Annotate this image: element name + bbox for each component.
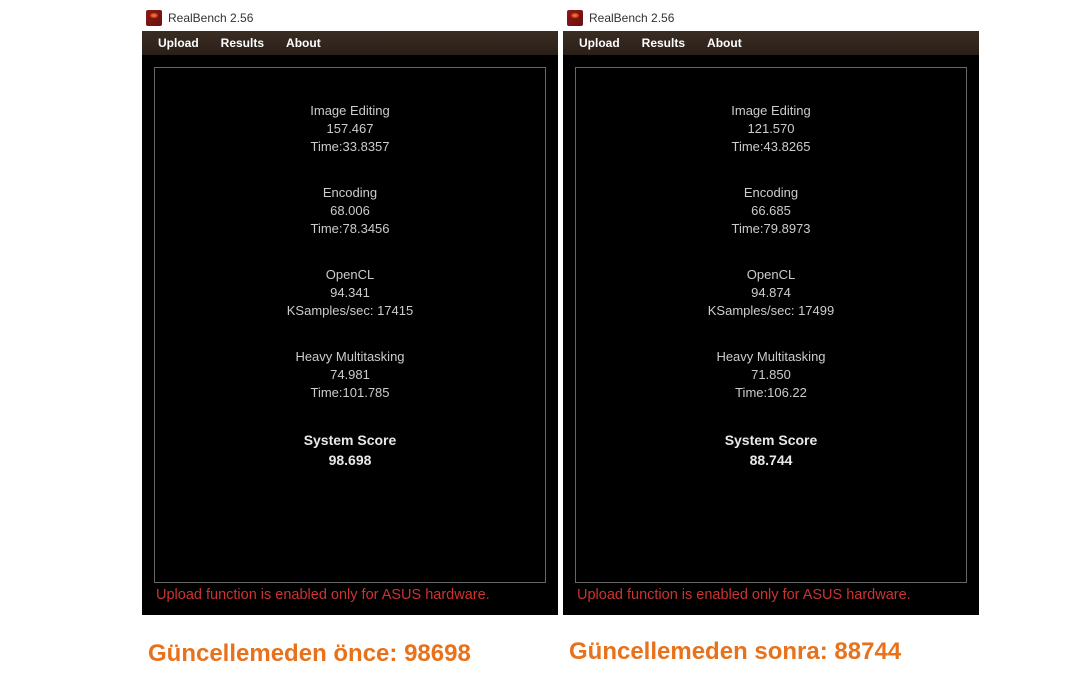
menu-about[interactable]: About xyxy=(276,33,331,53)
bench-label: OpenCL xyxy=(155,266,545,284)
bench-label: Image Editing xyxy=(155,102,545,120)
bench-time: Time:106.22 xyxy=(576,384,966,402)
bench-time: Time:78.3456 xyxy=(155,220,545,238)
bench-score: 157.467 xyxy=(155,120,545,138)
bench-time: Time:33.8357 xyxy=(155,138,545,156)
bench-score: 94.341 xyxy=(155,284,545,302)
menu-about[interactable]: About xyxy=(697,33,752,53)
menu-upload[interactable]: Upload xyxy=(569,33,630,53)
content-panel: Image Editing 157.467 Time:33.8357 Encod… xyxy=(142,55,558,615)
menu-results[interactable]: Results xyxy=(211,33,274,53)
system-score-label: System Score xyxy=(155,430,545,450)
bench-score: 94.874 xyxy=(576,284,966,302)
system-score-label: System Score xyxy=(576,430,966,450)
upload-warning: Upload function is enabled only for ASUS… xyxy=(575,583,967,603)
bench-score: 66.685 xyxy=(576,202,966,220)
caption-after: Güncellemeden sonra: 88744 xyxy=(569,638,901,666)
app-icon xyxy=(567,10,583,26)
results-box: Image Editing 121.570 Time:43.8265 Encod… xyxy=(575,67,967,583)
system-score-value: 88.744 xyxy=(576,450,966,470)
menu-results[interactable]: Results xyxy=(632,33,695,53)
bench-score: 74.981 xyxy=(155,366,545,384)
system-score-group: System Score 88.744 xyxy=(576,430,966,470)
window-title: RealBench 2.56 xyxy=(589,11,674,25)
bench-time: Time:101.785 xyxy=(155,384,545,402)
bench-heavy-multitasking: Heavy Multitasking 71.850 Time:106.22 xyxy=(576,348,966,402)
bench-ksamples: KSamples/sec: 17499 xyxy=(576,302,966,320)
bench-time: Time:43.8265 xyxy=(576,138,966,156)
bench-score: 71.850 xyxy=(576,366,966,384)
bench-ksamples: KSamples/sec: 17415 xyxy=(155,302,545,320)
upload-warning: Upload function is enabled only for ASUS… xyxy=(154,583,546,603)
bench-label: Encoding xyxy=(155,184,545,202)
bench-encoding: Encoding 68.006 Time:78.3456 xyxy=(155,184,545,238)
bench-encoding: Encoding 66.685 Time:79.8973 xyxy=(576,184,966,238)
bench-label: OpenCL xyxy=(576,266,966,284)
bench-opencl: OpenCL 94.341 KSamples/sec: 17415 xyxy=(155,266,545,320)
bench-image-editing: Image Editing 157.467 Time:33.8357 xyxy=(155,102,545,156)
bench-time: Time:79.8973 xyxy=(576,220,966,238)
caption-before: Güncellemeden önce: 98698 xyxy=(148,640,471,668)
realbench-window-after: RealBench 2.56 Upload Results About Imag… xyxy=(563,5,979,615)
window-title: RealBench 2.56 xyxy=(168,11,253,25)
system-score-value: 98.698 xyxy=(155,450,545,470)
titlebar: RealBench 2.56 xyxy=(563,5,979,31)
bench-heavy-multitasking: Heavy Multitasking 74.981 Time:101.785 xyxy=(155,348,545,402)
bench-label: Heavy Multitasking xyxy=(576,348,966,366)
bench-label: Heavy Multitasking xyxy=(155,348,545,366)
app-icon xyxy=(146,10,162,26)
titlebar: RealBench 2.56 xyxy=(142,5,558,31)
bench-opencl: OpenCL 94.874 KSamples/sec: 17499 xyxy=(576,266,966,320)
menubar: Upload Results About xyxy=(142,31,558,55)
bench-score: 121.570 xyxy=(576,120,966,138)
system-score-group: System Score 98.698 xyxy=(155,430,545,470)
realbench-window-before: RealBench 2.56 Upload Results About Imag… xyxy=(142,5,558,615)
results-box: Image Editing 157.467 Time:33.8357 Encod… xyxy=(154,67,546,583)
bench-image-editing: Image Editing 121.570 Time:43.8265 xyxy=(576,102,966,156)
menu-upload[interactable]: Upload xyxy=(148,33,209,53)
bench-label: Encoding xyxy=(576,184,966,202)
bench-score: 68.006 xyxy=(155,202,545,220)
menubar: Upload Results About xyxy=(563,31,979,55)
bench-label: Image Editing xyxy=(576,102,966,120)
content-panel: Image Editing 121.570 Time:43.8265 Encod… xyxy=(563,55,979,615)
